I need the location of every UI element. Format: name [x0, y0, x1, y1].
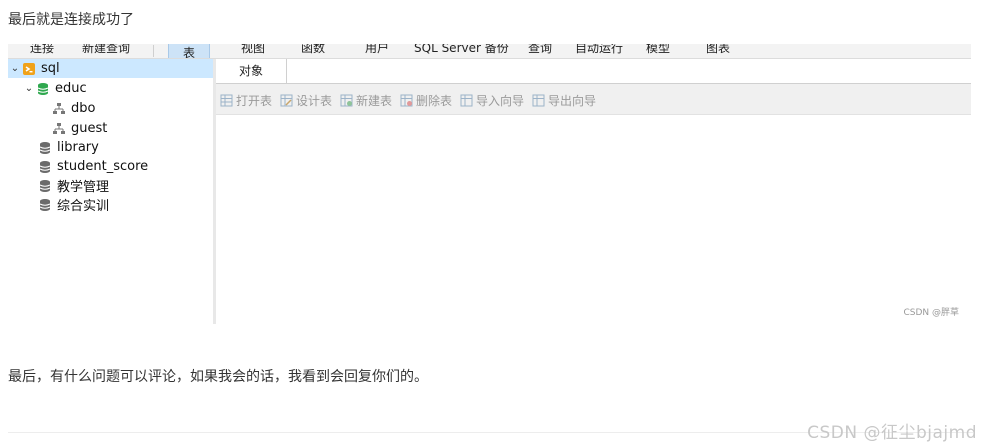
intro-text: 最后就是连接成功了 — [8, 12, 134, 28]
inner-watermark: CSDN @胖草 — [903, 308, 959, 318]
import-icon — [460, 94, 473, 107]
toolbar-sqlserver-backup[interactable]: SQL Server 备份 — [414, 44, 509, 56]
export-wizard-button[interactable]: 导出向导 — [532, 92, 596, 109]
database-icon — [38, 160, 52, 174]
tree-label: student_score — [57, 159, 149, 174]
button-label: 设计表 — [296, 94, 333, 108]
toolbar-connect[interactable]: 连接 — [30, 44, 54, 56]
table-open-icon — [220, 94, 233, 107]
toolbar-model[interactable]: 模型 — [646, 44, 670, 56]
button-label: 新建表 — [356, 94, 393, 108]
open-table-button[interactable]: 打开表 — [220, 92, 272, 109]
import-wizard-button[interactable]: 导入向导 — [460, 92, 524, 109]
object-pane: 对象 打开表 设计表 新建表 删除表 导入向导 导出向导 CSDN @胖草 — [216, 59, 971, 324]
tree-label: dbo — [71, 101, 96, 116]
chevron-down-icon[interactable]: ⌄ — [8, 63, 22, 74]
export-icon — [532, 94, 545, 107]
database-icon — [38, 198, 52, 212]
toolbar-auto-run[interactable]: 自动运行 — [575, 44, 623, 56]
database-icon — [38, 179, 52, 193]
schema-icon — [52, 102, 66, 116]
tree-label: 教学管理 — [57, 180, 110, 195]
tree-label: educ — [55, 81, 87, 96]
button-label: 导出向导 — [548, 94, 597, 108]
design-table-button[interactable]: 设计表 — [280, 92, 332, 109]
tab-objects[interactable]: 对象 — [216, 59, 287, 83]
toolbar-chart[interactable]: 图表 — [706, 44, 730, 56]
tree-db-student-score[interactable]: student_score — [8, 157, 243, 176]
delete-table-button[interactable]: 删除表 — [400, 92, 452, 109]
database-open-icon — [36, 82, 50, 96]
table-delete-icon — [400, 94, 413, 107]
toolbar-view[interactable]: 视图 — [241, 44, 265, 56]
toolbar-table[interactable]: 表 — [168, 44, 211, 58]
schema-icon — [52, 122, 66, 136]
button-label: 导入向导 — [476, 94, 525, 108]
tree-label: 综合实训 — [57, 199, 110, 214]
tree-db-practice[interactable]: 综合实训 — [8, 195, 243, 214]
connection-icon — [22, 62, 36, 76]
new-table-button[interactable]: 新建表 — [340, 92, 392, 109]
tree-label: sql — [41, 61, 60, 76]
footer-watermark: CSDN @征尘bjajmd — [807, 423, 977, 443]
navicat-screenshot: 连接 新建查询 表 视图 函数 用户 SQL Server 备份 查询 自动运行… — [8, 44, 971, 324]
main-toolbar: 连接 新建查询 表 视图 函数 用户 SQL Server 备份 查询 自动运行… — [8, 44, 971, 59]
button-label: 打开表 — [236, 94, 273, 108]
tree-db-educ[interactable]: ⌄ educ — [8, 79, 227, 98]
toolbar-separator — [153, 45, 154, 57]
tree-db-teaching-mgmt[interactable]: 教学管理 — [8, 176, 243, 195]
button-label: 删除表 — [416, 94, 453, 108]
closing-text: 最后，有什么问题可以评论，如果我会的话，我看到会回复你们的。 — [8, 369, 428, 385]
tree-db-library[interactable]: library — [8, 138, 243, 157]
table-design-icon — [280, 94, 293, 107]
toolbar-function[interactable]: 函数 — [301, 44, 325, 56]
chevron-down-icon[interactable]: ⌄ — [22, 83, 36, 94]
toolbar-new-query[interactable]: 新建查询 — [82, 44, 130, 56]
object-toolbar: 打开表 设计表 新建表 删除表 导入向导 导出向导 — [216, 84, 971, 115]
tree-label: library — [57, 140, 99, 155]
tree-label: guest — [71, 121, 108, 136]
navigation-tree: ⌄ sql ⌄ educ dbo guest library student_s… — [8, 59, 213, 324]
toolbar-user[interactable]: 用户 — [365, 44, 389, 56]
tab-bar: 对象 — [216, 59, 971, 84]
table-new-icon — [340, 94, 353, 107]
database-icon — [38, 141, 52, 155]
tree-connection-sql[interactable]: ⌄ sql — [8, 59, 213, 78]
toolbar-query[interactable]: 查询 — [528, 44, 552, 56]
